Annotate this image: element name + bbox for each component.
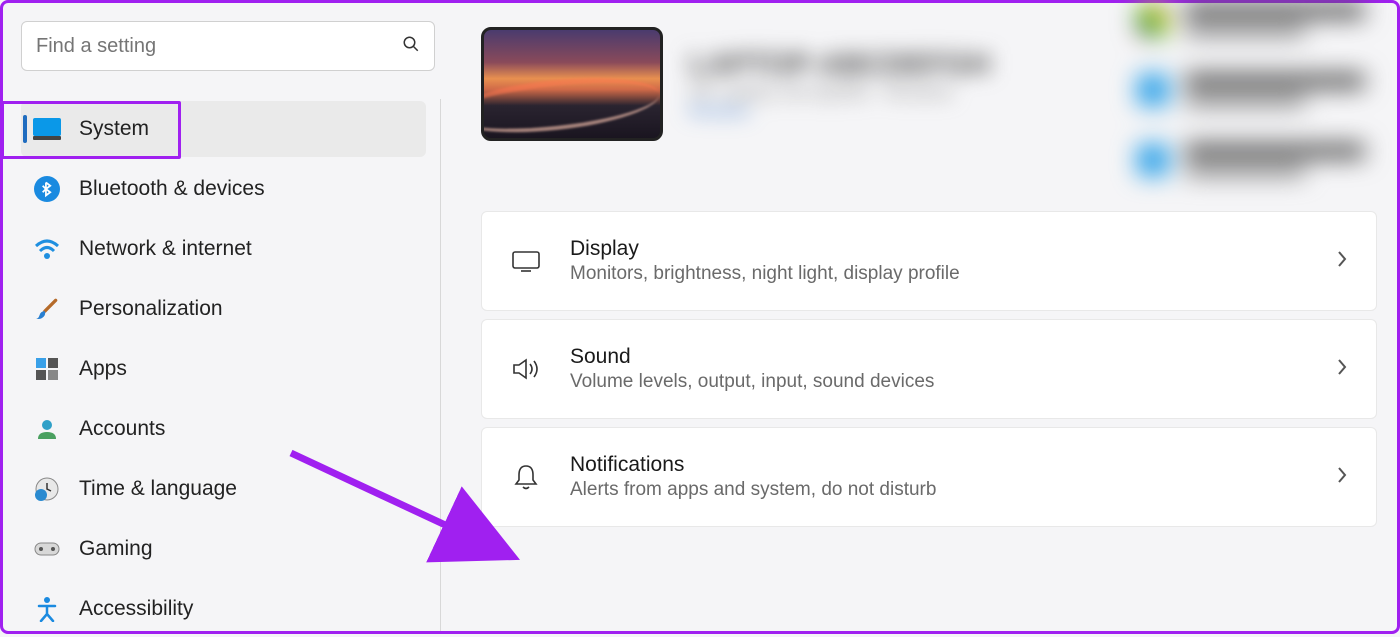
system-icon	[33, 115, 61, 143]
paintbrush-icon	[33, 295, 61, 323]
card-display[interactable]: Display Monitors, brightness, night ligh…	[481, 211, 1377, 311]
sidebar-item-accounts[interactable]: Accounts	[21, 401, 426, 457]
card-desc: Alerts from apps and system, do not dist…	[570, 479, 1308, 501]
sidebar-item-accessibility[interactable]: Accessibility	[21, 581, 426, 637]
accounts-icon	[33, 415, 61, 443]
sidebar-item-label: Apps	[79, 357, 127, 381]
chevron-right-icon	[1336, 249, 1348, 274]
sidebar-item-time-language[interactable]: Time & language	[21, 461, 426, 517]
clock-globe-icon	[33, 475, 61, 503]
device-thumbnail	[481, 27, 663, 141]
gamepad-icon	[33, 535, 61, 563]
card-title: Notifications	[570, 453, 1308, 477]
chevron-right-icon	[1336, 357, 1348, 382]
card-title: Display	[570, 237, 1308, 261]
sidebar: System Bluetooth & devices Network & int…	[3, 3, 441, 631]
apps-icon	[33, 355, 61, 383]
sidebar-item-label: Personalization	[79, 297, 223, 321]
sidebar-item-network[interactable]: Network & internet	[21, 221, 426, 277]
accessibility-icon	[33, 595, 61, 623]
device-info-blurred: LAPTOP-ABCDEFGH HP Laptop 15s-fq2000 · R…	[689, 48, 990, 121]
quick-links-blurred	[1137, 3, 1387, 213]
display-icon	[510, 245, 542, 277]
sidebar-item-label: Accounts	[79, 417, 165, 441]
bluetooth-icon	[33, 175, 61, 203]
card-desc: Volume levels, output, input, sound devi…	[570, 371, 1308, 393]
sidebar-item-system[interactable]: System	[21, 101, 426, 157]
nav-list: System Bluetooth & devices Network & int…	[21, 99, 441, 631]
sidebar-item-apps[interactable]: Apps	[21, 341, 426, 397]
search-icon	[402, 35, 420, 58]
sidebar-item-label: Bluetooth & devices	[79, 177, 265, 201]
sidebar-item-personalization[interactable]: Personalization	[21, 281, 426, 337]
sidebar-item-gaming[interactable]: Gaming	[21, 521, 426, 577]
sound-icon	[510, 353, 542, 385]
main-content: LAPTOP-ABCDEFGH HP Laptop 15s-fq2000 · R…	[441, 3, 1397, 631]
sidebar-item-label: System	[79, 117, 149, 141]
card-sound[interactable]: Sound Volume levels, output, input, soun…	[481, 319, 1377, 419]
card-title: Sound	[570, 345, 1308, 369]
search-box[interactable]	[21, 21, 435, 71]
wifi-icon	[33, 235, 61, 263]
bell-icon	[510, 461, 542, 493]
sidebar-item-bluetooth[interactable]: Bluetooth & devices	[21, 161, 426, 217]
search-input[interactable]	[36, 35, 402, 58]
card-desc: Monitors, brightness, night light, displ…	[570, 263, 1308, 285]
settings-cards: Display Monitors, brightness, night ligh…	[481, 211, 1377, 527]
chevron-right-icon	[1336, 465, 1348, 490]
sidebar-item-label: Network & internet	[79, 237, 252, 261]
sidebar-item-label: Gaming	[79, 537, 153, 561]
sidebar-item-label: Time & language	[79, 477, 237, 501]
card-notifications[interactable]: Notifications Alerts from apps and syste…	[481, 427, 1377, 527]
sidebar-item-label: Accessibility	[79, 597, 193, 621]
